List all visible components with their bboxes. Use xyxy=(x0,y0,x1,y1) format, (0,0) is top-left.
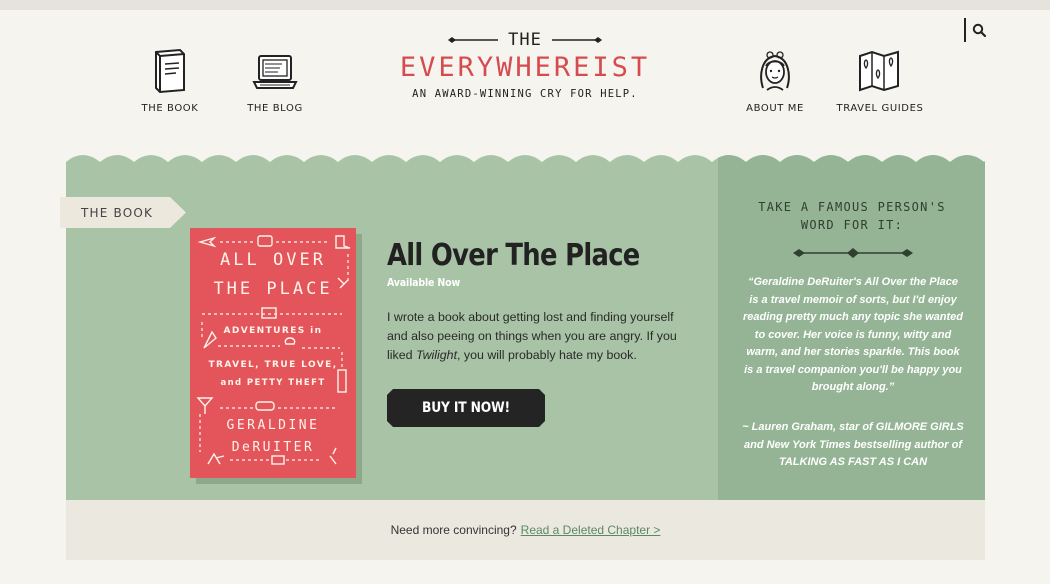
cover-subtitle-line2: TRAVEL, TRUE LOVE, xyxy=(208,360,338,370)
book-cover[interactable]: ALL OVER THE PLACE ADVENTURES in TRAVEL,… xyxy=(190,228,356,478)
buy-now-label: BUY IT NOW! xyxy=(422,400,510,416)
section-ribbon: THE BOOK xyxy=(60,197,186,228)
book-title: All Over The Place xyxy=(387,238,640,273)
cover-subtitle-line3: and PETTY THEFT xyxy=(220,378,326,388)
convincing-prompt: Need more convincing? xyxy=(390,523,517,537)
logo-tagline: AN AWARD-WINNING CRY FOR HELP. xyxy=(412,88,638,100)
cover-title-line1: ALL OVER xyxy=(220,250,326,270)
nav-label: THE BLOG xyxy=(247,103,303,114)
buy-now-button[interactable]: BUY IT NOW! xyxy=(387,389,545,427)
nav-the-blog[interactable]: THE BLOG xyxy=(230,48,320,114)
search-divider xyxy=(964,18,966,42)
description-emphasis: Twilight xyxy=(415,348,458,362)
nav-label: ABOUT ME xyxy=(746,103,804,114)
portrait-icon xyxy=(760,51,790,91)
nav-the-book[interactable]: THE BOOK xyxy=(125,48,215,114)
search-icon[interactable] xyxy=(972,23,986,37)
logo-the-row: THE xyxy=(380,30,670,50)
nav-about-me[interactable]: ABOUT ME xyxy=(730,48,820,114)
availability-label: Available Now xyxy=(387,276,461,289)
logo-the: THE xyxy=(508,30,542,50)
cover-subtitle-line1: ADVENTURES in xyxy=(223,326,323,336)
book-icon xyxy=(155,48,185,94)
description-text-end: , you will probably hate my book. xyxy=(457,348,637,362)
site-logo[interactable]: THE EVERYWHEREIST AN AWARD-WINNING CRY F… xyxy=(380,30,670,100)
deleted-chapter-link[interactable]: Read a Deleted Chapter > xyxy=(521,523,661,537)
map-icon xyxy=(859,50,899,92)
cover-author-line2: DeRUITER xyxy=(231,440,315,455)
sidebar-heading: TAKE A FAMOUS PERSON'S WORD FOR IT: xyxy=(758,200,946,232)
logo-name: EVERYWHEREIST xyxy=(399,52,651,83)
cover-title-line2: THE PLACE xyxy=(213,279,333,299)
convincing-strip: Need more convincing? Read a Deleted Cha… xyxy=(66,500,985,560)
ornament-left-icon xyxy=(448,37,499,43)
nav-label: THE BOOK xyxy=(141,103,199,114)
testimonial-quote: “Geraldine DeRuiter's All Over the Place… xyxy=(742,276,964,393)
search-toggle[interactable] xyxy=(964,18,986,42)
cover-author-line1: GERALDINE xyxy=(226,418,320,433)
top-strip xyxy=(0,0,1050,10)
book-description: I wrote a book about getting lost and fi… xyxy=(387,308,677,365)
nav-label: TRAVEL GUIDES xyxy=(836,103,924,114)
laptop-icon xyxy=(252,55,298,89)
ornament-divider-icon xyxy=(793,248,913,258)
nav-travel-guides[interactable]: TRAVEL GUIDES xyxy=(835,48,925,114)
testimonial-citation: ~ Lauren Graham, star of GILMORE GIRLS a… xyxy=(742,421,964,468)
ornament-right-icon xyxy=(551,37,602,43)
